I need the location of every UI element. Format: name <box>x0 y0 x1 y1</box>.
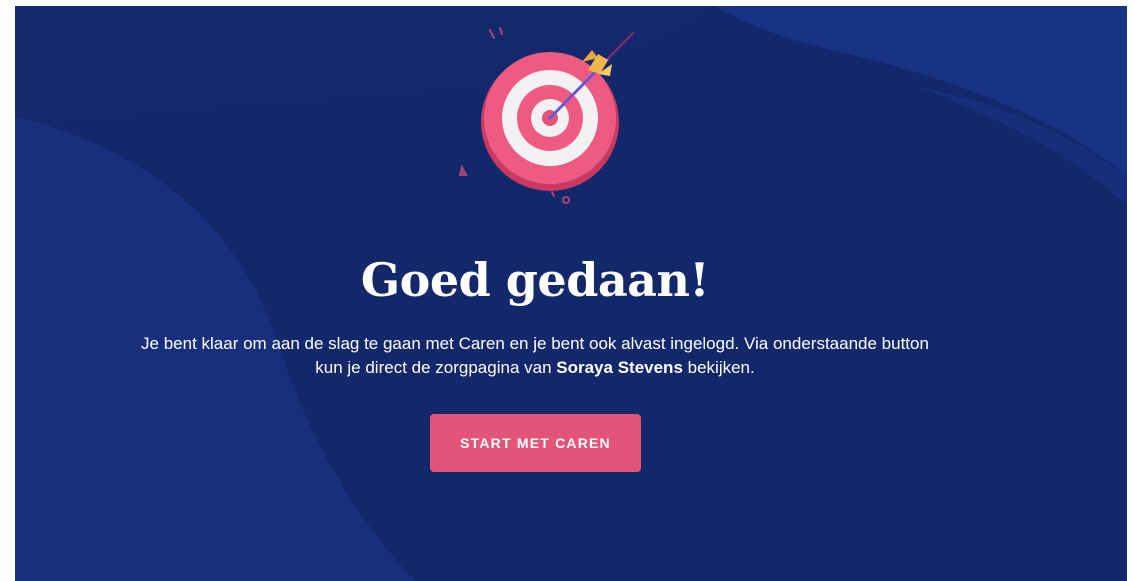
message-line-2: kun je direct de zorgpagina van Soraya S… <box>55 356 1015 380</box>
message-line-2-end: bekijken. <box>682 358 755 377</box>
start-met-caren-button[interactable]: START MET CAREN <box>430 414 641 472</box>
target-with-arrow-icon <box>458 27 635 204</box>
message-line-2-start: kun je direct de zorgpagina van <box>315 358 557 377</box>
page-title: Goed gedaan! <box>360 253 710 307</box>
client-name: Soraya Stevens <box>556 358 683 377</box>
confirmation-message: Je bent klaar om aan de slag te gaan met… <box>55 332 1015 380</box>
message-line-1: Je bent klaar om aan de slag te gaan met… <box>141 334 929 353</box>
success-panel: Goed gedaan! Je bent klaar om aan de sla… <box>15 6 1127 581</box>
